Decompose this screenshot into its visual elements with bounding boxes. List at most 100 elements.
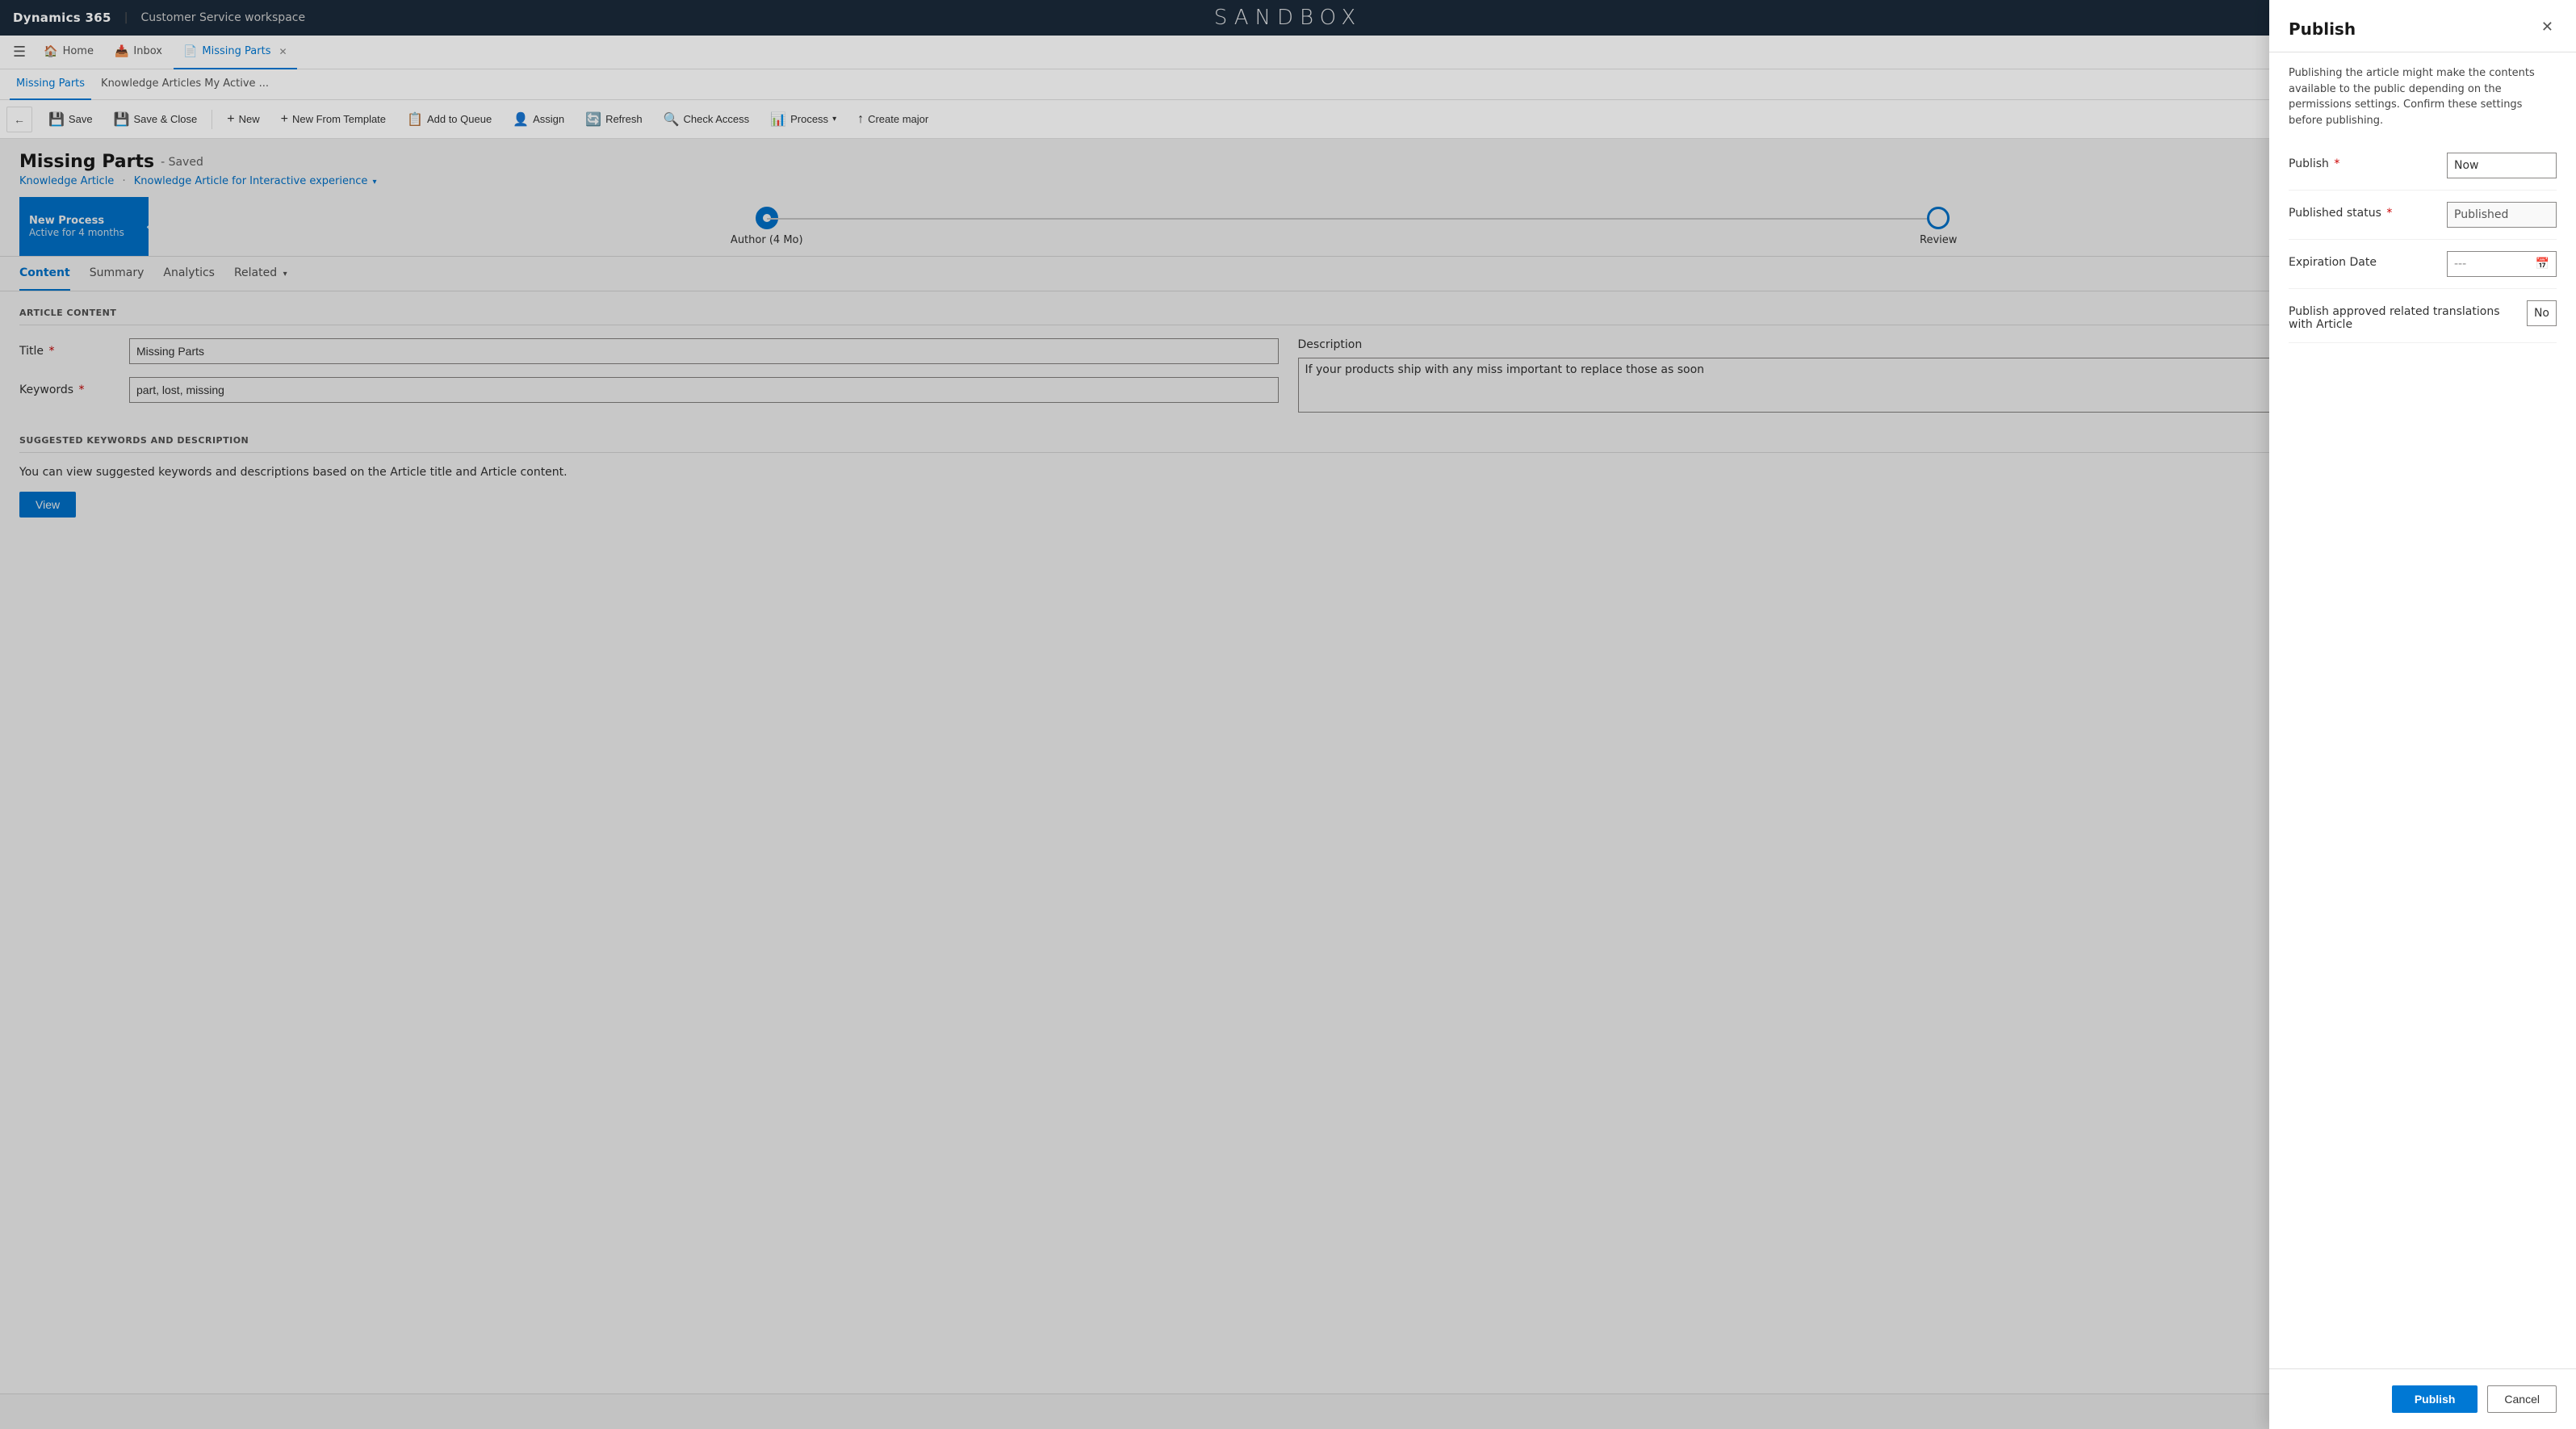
article-saved-status: - Saved <box>161 156 203 169</box>
expiration-date-value[interactable]: --- 📅 <box>2447 251 2557 277</box>
new-from-template-button[interactable]: + New From Template <box>271 105 396 134</box>
check-access-button[interactable]: 🔍 Check Access <box>654 105 760 134</box>
tab-missing-parts-label: Missing Parts <box>202 45 270 57</box>
save-icon: 💾 <box>48 111 65 128</box>
process-label: Process <box>790 113 828 125</box>
suggested-section-title: SUGGESTED KEYWORDS AND DESCRIPTION <box>19 435 2557 453</box>
publish-value[interactable]: Now <box>2447 153 2557 178</box>
published-status-label: Published status * <box>2289 202 2434 220</box>
article-fields-group: Title * Keywords * <box>19 338 2557 416</box>
article-tabs: Content Summary Analytics Related ▾ <box>0 257 2576 291</box>
back-button[interactable]: ← <box>6 107 32 132</box>
article-meta: Knowledge Article · Knowledge Article fo… <box>19 175 2557 187</box>
calendar-icon: 📅 <box>2536 258 2549 270</box>
article-title: Missing Parts <box>19 152 154 172</box>
add-to-queue-label: Add to Queue <box>427 113 492 125</box>
article-body: ARTICLE CONTENT Title * Keywords <box>0 291 2576 1393</box>
tab-home[interactable]: 🏠 Home <box>34 36 103 69</box>
published-status-required: * <box>2386 207 2392 220</box>
refresh-icon: 🔄 <box>585 111 601 128</box>
published-status-value: Published <box>2447 202 2557 228</box>
inbox-tab-icon: 📥 <box>115 45 128 58</box>
article-type-link[interactable]: Knowledge Article <box>19 175 114 187</box>
breadcrumb-bar: Missing Parts Knowledge Articles My Acti… <box>0 69 2576 100</box>
create-major-icon: ↑ <box>857 112 864 127</box>
workspace-label: Customer Service workspace <box>140 11 305 24</box>
tab-content[interactable]: Content <box>19 257 70 291</box>
author-label: Author (4 Mo) <box>731 234 803 246</box>
check-access-label: Check Access <box>684 113 750 125</box>
assign-label: Assign <box>533 113 564 125</box>
publish-field: Publish * Now <box>2289 141 2557 191</box>
view-button[interactable]: View <box>19 492 76 518</box>
new-from-template-label: New From Template <box>292 113 386 125</box>
add-to-queue-button[interactable]: 📋 Add to Queue <box>397 105 501 134</box>
sandbox-label: SANDBOX <box>1214 6 1362 30</box>
save-close-button[interactable]: 💾 Save & Close <box>104 105 207 134</box>
publish-field-label: Publish * <box>2289 153 2434 170</box>
main-content: Missing Parts - Saved Knowledge Article … <box>0 139 2576 1429</box>
tab-missing-parts[interactable]: 📄 Missing Parts ✕ <box>174 36 297 69</box>
assign-button[interactable]: 👤 Assign <box>503 105 574 134</box>
keywords-input[interactable] <box>129 377 1279 403</box>
publish-translations-field: Publish approved related translations wi… <box>2289 289 2557 343</box>
tab-close-icon[interactable]: ✕ <box>279 46 287 57</box>
attach-bar: 📎 Attach Files Fro... <box>0 1393 2576 1429</box>
meta-sep: · <box>122 175 125 187</box>
keywords-required-star: * <box>79 383 85 396</box>
process-step-author: Author (4 Mo) <box>181 207 1353 246</box>
process-bar: New Process Active for 4 months ‹ Au <box>19 197 2557 256</box>
process-collapse-chevron[interactable]: ‹ <box>139 197 158 256</box>
panel-close-button[interactable]: ✕ <box>2538 19 2557 34</box>
new-icon: + <box>227 112 234 127</box>
publish-button[interactable]: Publish <box>2392 1385 2478 1413</box>
publish-translations-value[interactable]: No <box>2527 300 2557 326</box>
save-button[interactable]: 💾 Save <box>39 105 103 134</box>
tab-related[interactable]: Related ▾ <box>234 257 287 291</box>
tab-inbox[interactable]: 📥 Inbox <box>105 36 172 69</box>
tab-inbox-label: Inbox <box>133 45 162 57</box>
create-major-button[interactable]: ↑ Create major <box>848 105 938 134</box>
tab-home-label: Home <box>63 45 94 57</box>
review-circle <box>1927 207 1950 229</box>
left-fields: Title * Keywords * <box>19 338 1279 416</box>
tab-analytics[interactable]: Analytics <box>163 257 215 291</box>
new-label: New <box>239 113 260 125</box>
panel-title: Publish <box>2289 19 2356 39</box>
publish-panel: Publish ✕ Publishing the article might m… <box>2269 0 2576 1429</box>
add-to-queue-icon: 📋 <box>407 111 423 128</box>
process-icon: 📊 <box>770 111 786 128</box>
process-chevron-icon: ▾ <box>832 115 836 124</box>
publish-translations-label: Publish approved related translations wi… <box>2289 300 2514 331</box>
keywords-field-label: Keywords * <box>19 377 116 396</box>
title-input[interactable] <box>129 338 1279 364</box>
expiration-date-field: Expiration Date --- 📅 <box>2289 240 2557 289</box>
template-label: Knowledge Article for Interactive experi… <box>134 175 368 187</box>
save-label: Save <box>69 113 93 125</box>
new-button[interactable]: + New <box>217 105 269 134</box>
breadcrumb-label-0: Missing Parts <box>16 78 85 90</box>
refresh-button[interactable]: 🔄 Refresh <box>576 105 651 134</box>
tab-analytics-label: Analytics <box>163 266 215 279</box>
breadcrumb-knowledge-articles[interactable]: Knowledge Articles My Active ... <box>94 69 275 100</box>
suggested-desc: You can view suggested keywords and desc… <box>19 466 2557 479</box>
cancel-button[interactable]: Cancel <box>2487 1385 2557 1413</box>
assign-icon: 👤 <box>513 111 529 128</box>
process-steps: Author (4 Mo) Review <box>149 197 2557 256</box>
hamburger-menu[interactable]: ☰ <box>6 44 32 61</box>
expiration-date-placeholder: --- <box>2454 258 2466 270</box>
article-template-link[interactable]: Knowledge Article for Interactive experi… <box>134 175 377 187</box>
title-required-star: * <box>48 345 54 358</box>
tabs-bar: ☰ 🏠 Home 📥 Inbox 📄 Missing Parts ✕ <box>0 36 2576 69</box>
refresh-label: Refresh <box>605 113 643 125</box>
tab-summary[interactable]: Summary <box>90 257 145 291</box>
template-chevron: ▾ <box>373 178 377 186</box>
process-stage-sidebar[interactable]: New Process Active for 4 months ‹ <box>19 197 149 256</box>
panel-footer: Publish Cancel <box>2269 1368 2576 1429</box>
article-title-row: Missing Parts - Saved <box>19 152 2557 172</box>
command-bar: ← 💾 Save 💾 Save & Close + New + New From… <box>0 100 2576 139</box>
breadcrumb-missing-parts[interactable]: Missing Parts <box>10 69 91 100</box>
title-field-label: Title * <box>19 338 116 358</box>
process-button[interactable]: 📊 Process ▾ <box>760 105 846 134</box>
create-major-label: Create major <box>868 113 928 125</box>
